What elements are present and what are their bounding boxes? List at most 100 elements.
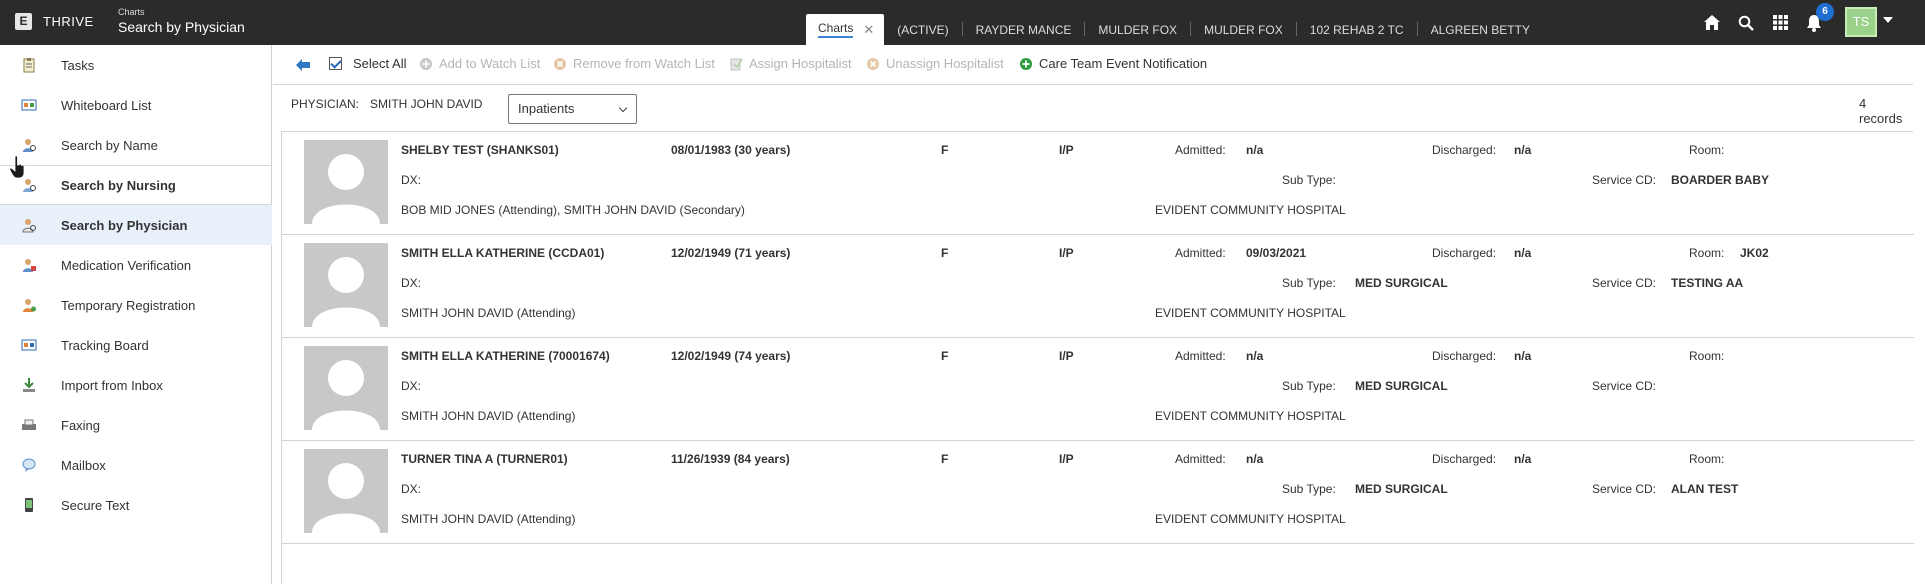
secure-text-icon (25, 498, 33, 512)
sidebar-item-label: Faxing (61, 417, 101, 433)
button-label: Add to Watch List (439, 56, 541, 71)
patient-name[interactable]: TURNER TINA A (TURNER01) (401, 452, 568, 466)
patient-name[interactable]: SMITH ELLA KATHERINE (CCDA01) (401, 246, 604, 260)
back-arrow-icon[interactable] (295, 58, 311, 72)
patient-name[interactable]: SHELBY TEST (SHANKS01) (401, 143, 559, 157)
tab-label: 102 REHAB 2 TC (1309, 22, 1404, 37)
patient-name[interactable]: SMITH ELLA KATHERINE (70001674) (401, 349, 610, 363)
patient-facility: EVIDENT COMMUNITY HOSPITAL (1155, 203, 1346, 217)
tab-rayder-mance[interactable]: RAYDER MANCE (963, 14, 1085, 45)
admitted-label: Admitted: (1175, 349, 1226, 363)
patient-dob: 12/02/1949 (71 years) (671, 246, 791, 260)
tab-label: Charts (818, 21, 854, 38)
discharged-label: Discharged: (1432, 246, 1497, 260)
sidebar-item-search-by-nursing[interactable]: Search by Nursing (0, 165, 272, 205)
unassign-icon (867, 57, 879, 70)
service-cd-value: BOARDER BABY (1671, 173, 1770, 187)
tab-102-rehab[interactable]: 102 REHAB 2 TC (1297, 14, 1417, 45)
sidebar-item-whiteboard-list[interactable]: Whiteboard List (0, 85, 272, 125)
patient-sex: F (941, 246, 949, 260)
main-content: Select All Add to Watch List Remove from… (273, 45, 1914, 584)
admitted-value: n/a (1246, 143, 1264, 157)
add-to-watch-list-button[interactable]: Add to Watch List (419, 56, 540, 71)
patient-row[interactable]: SMITH ELLA KATHERINE (70001674) 12/02/19… (282, 338, 1914, 441)
assign-hospitalist-button[interactable]: Assign Hospitalist (729, 56, 852, 71)
tab-label: RAYDER MANCE (975, 22, 1072, 37)
tab-active[interactable]: (ACTIVE) (884, 14, 961, 45)
unassign-hospitalist-button[interactable]: Unassign Hospitalist (866, 56, 1004, 71)
patient-physicians: BOB MID JONES (Attending), SMITH JOHN DA… (401, 203, 745, 217)
bell-icon[interactable]: 6 (1797, 0, 1834, 45)
tracking-board-icon (21, 339, 37, 351)
home-icon[interactable] (1695, 0, 1729, 45)
plus-circle-icon (420, 57, 432, 70)
dx-label: DX: (401, 482, 422, 496)
discharged-value: n/a (1514, 143, 1532, 157)
patient-dob: 08/01/1983 (30 years) (671, 143, 791, 157)
search-icon[interactable] (1729, 0, 1763, 45)
patient-sex: F (941, 143, 949, 157)
patient-type-select[interactable]: Inpatients (508, 94, 637, 124)
patient-photo (304, 140, 388, 224)
tab-mulder-fox-2[interactable]: MULDER FOX (1191, 14, 1296, 45)
patient-sex: F (941, 452, 949, 466)
close-icon[interactable]: ✕ (863, 22, 874, 38)
tab-label: (ACTIVE) (897, 22, 949, 37)
plus-circle-icon (1020, 57, 1032, 70)
admitted-value: n/a (1246, 452, 1264, 466)
sidebar-item-label: Import from Inbox (61, 377, 163, 393)
sidebar-item-label: Temporary Registration (61, 297, 196, 313)
select-all-checkbox[interactable] (329, 57, 342, 70)
patient-sex: F (941, 349, 949, 363)
app-logo[interactable]: E (15, 13, 32, 30)
room-label: Room: (1689, 246, 1725, 260)
tab-algreen-betty[interactable]: ALGREEN BETTY (1418, 14, 1543, 45)
avatar[interactable]: TS (1845, 7, 1877, 37)
service-cd-value: ALAN TEST (1671, 482, 1739, 496)
patient-row[interactable]: SMITH ELLA KATHERINE (CCDA01) 12/02/1949… (282, 235, 1914, 338)
brand-name: THRIVE (43, 14, 94, 29)
medication-icon (23, 259, 36, 272)
tab-mulder-fox[interactable]: MULDER FOX (1085, 14, 1190, 45)
sidebar-item-temporary-registration[interactable]: Temporary Registration (0, 285, 272, 325)
sidebar-item-faxing[interactable]: Faxing (0, 405, 272, 445)
tab-label: MULDER FOX (1098, 22, 1178, 37)
service-cd-label: Service CD: (1592, 379, 1657, 393)
sidebar-item-import-from-inbox[interactable]: Import from Inbox (0, 365, 272, 405)
sub-type-value: MED SURGICAL (1355, 379, 1448, 393)
admitted-label: Admitted: (1175, 143, 1226, 157)
sidebar-item-secure-text[interactable]: Secure Text (0, 485, 272, 525)
remove-from-watch-list-button[interactable]: Remove from Watch List (553, 56, 715, 71)
record-count: 4 records (1859, 96, 1903, 126)
sidebar-item-search-by-physician[interactable]: Search by Physician (0, 205, 272, 245)
sidebar-item-medication-verification[interactable]: Medication Verification (0, 245, 272, 285)
room-value: JK02 (1740, 246, 1769, 260)
page-title: Search by Physician (118, 19, 245, 35)
patient-row[interactable]: TURNER TINA A (TURNER01) 11/26/1939 (84 … (282, 441, 1914, 544)
patient-row[interactable]: SHELBY TEST (SHANKS01) 08/01/1983 (30 ye… (282, 132, 1914, 235)
tab-charts[interactable]: Charts ✕ (806, 14, 885, 45)
sidebar-item-search-by-name[interactable]: Search by Name (0, 125, 272, 165)
sidebar-item-label: Secure Text (61, 497, 130, 513)
select-all-label[interactable]: Select All (353, 56, 406, 71)
sidebar-item-tracking-board[interactable]: Tracking Board (0, 325, 272, 365)
import-icon (23, 378, 35, 392)
hand-cursor-icon (9, 155, 25, 179)
physician-search-icon (22, 219, 36, 233)
sidebar-item-tasks[interactable]: Tasks (0, 45, 272, 85)
apps-grid-icon[interactable] (1763, 0, 1797, 45)
care-team-event-notification-button[interactable]: Care Team Event Notification (1019, 56, 1207, 71)
tab-strip: Charts ✕ (ACTIVE) RAYDER MANCE MULDER FO… (806, 14, 1543, 45)
sidebar-item-label: Tracking Board (61, 337, 149, 353)
admitted-label: Admitted: (1175, 452, 1226, 466)
patient-facility: EVIDENT COMMUNITY HOSPITAL (1155, 306, 1346, 320)
fax-icon (22, 419, 36, 430)
dx-label: DX: (401, 173, 422, 187)
sidebar-item-mailbox[interactable]: Mailbox (0, 445, 272, 485)
sidebar-item-label: Tasks (61, 57, 95, 73)
caret-down-icon[interactable] (1883, 17, 1893, 23)
discharged-label: Discharged: (1432, 349, 1497, 363)
top-bar: E THRIVE Charts Search by Physician Char… (0, 0, 1925, 45)
sidebar-item-label: Search by Name (61, 137, 158, 153)
sidebar: Tasks Whiteboard List Search by Name Sea… (0, 45, 272, 584)
